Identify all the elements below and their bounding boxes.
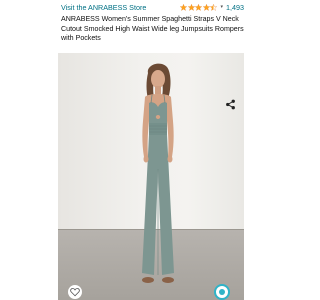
product-card: Visit the ANRABESS Store ▾ 1,493 ANRABES… xyxy=(54,0,248,300)
star-icon xyxy=(187,4,195,11)
store-link[interactable]: Visit the ANRABESS Store xyxy=(61,3,146,12)
wishlist-button[interactable] xyxy=(68,285,82,299)
star-icon xyxy=(195,4,203,11)
product-image[interactable] xyxy=(58,53,244,300)
rating-count[interactable]: 1,493 xyxy=(226,3,244,12)
star-rating xyxy=(180,4,218,11)
screenshot-frame: Visit the ANRABESS Store ▾ 1,493 ANRABES… xyxy=(0,0,300,300)
star-icon xyxy=(202,4,210,11)
view-in-room-button[interactable] xyxy=(214,284,230,300)
rating-summary[interactable]: ▾ 1,493 xyxy=(180,3,244,12)
share-button[interactable] xyxy=(223,97,237,111)
heart-icon xyxy=(70,288,80,297)
star-half-icon xyxy=(210,4,218,11)
share-icon xyxy=(225,99,235,109)
view-in-room-icon xyxy=(219,289,225,295)
chevron-down-icon[interactable]: ▾ xyxy=(220,3,223,12)
model-wearing-jumpsuit xyxy=(142,63,174,283)
star-icon xyxy=(180,4,188,11)
product-header: Visit the ANRABESS Store ▾ 1,493 ANRABES… xyxy=(61,3,244,53)
product-title: ANRABESS Women's Summer Spaghetti Straps… xyxy=(61,15,244,43)
